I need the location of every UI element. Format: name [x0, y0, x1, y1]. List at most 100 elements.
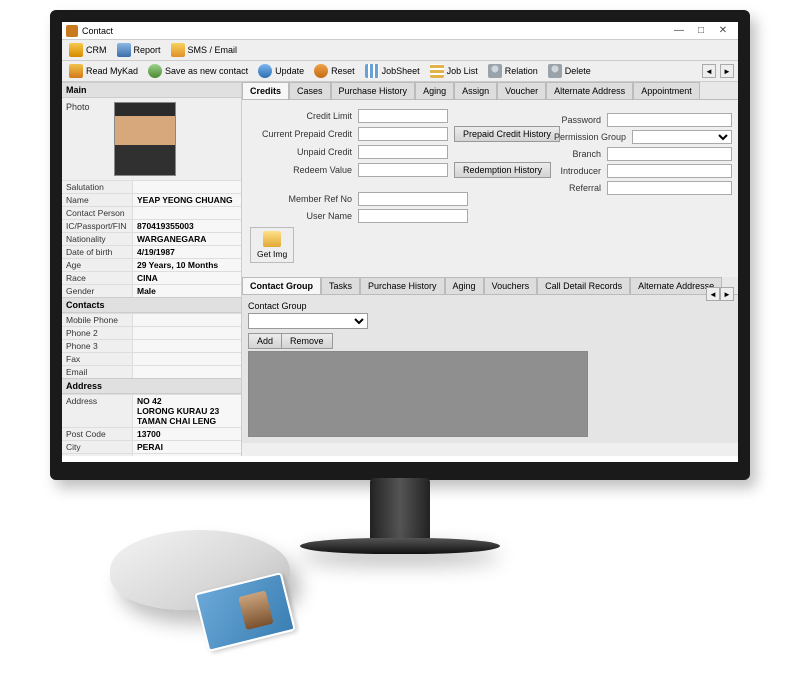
jobsheet-icon: [365, 64, 379, 78]
field-value[interactable]: 4/19/1987: [132, 246, 241, 258]
add-button[interactable]: Add: [249, 334, 282, 348]
field-key: Age: [62, 259, 132, 271]
field-key: Phone 3: [62, 340, 132, 352]
update-button[interactable]: Update: [255, 63, 307, 79]
field-value[interactable]: 13700: [132, 428, 241, 440]
branch-input[interactable]: [607, 147, 732, 161]
tab-scroll-right[interactable]: ►: [720, 64, 734, 78]
field-row: Date of birth4/19/1987: [62, 245, 241, 258]
report-button[interactable]: Report: [114, 42, 164, 58]
subtab-scroll-left[interactable]: ◄: [706, 287, 720, 301]
field-row: NationalityWARGANEGARA: [62, 232, 241, 245]
tab-voucher[interactable]: Voucher: [497, 82, 546, 99]
toolbar-primary: CRM Report SMS / Email: [62, 40, 738, 61]
field-key: Race: [62, 272, 132, 284]
tab-cases[interactable]: Cases: [289, 82, 331, 99]
field-row: Salutation: [62, 180, 241, 193]
field-value[interactable]: [132, 181, 241, 193]
field-value[interactable]: PERAI: [132, 441, 241, 453]
field-value[interactable]: WARGANEGARA: [132, 233, 241, 245]
field-value[interactable]: YEAP YEONG CHUANG: [132, 194, 241, 206]
subtab-contact-group[interactable]: Contact Group: [242, 277, 321, 294]
save-new-contact-button[interactable]: Save as new contact: [145, 63, 251, 79]
member-ref-input[interactable]: [358, 192, 468, 206]
tab-scroll-left[interactable]: ◄: [702, 64, 716, 78]
field-row: Phone 2: [62, 326, 241, 339]
current-prepaid-input[interactable]: [358, 127, 448, 141]
tab-purchase-history[interactable]: Purchase History: [331, 82, 416, 99]
field-value[interactable]: NO 42 LORONG KURAU 23 TAMAN CHAI LENG: [132, 395, 241, 427]
subtab-purchase-history[interactable]: Purchase History: [360, 277, 445, 294]
sms-email-button[interactable]: SMS / Email: [168, 42, 241, 58]
field-key: Name: [62, 194, 132, 206]
field-value[interactable]: [132, 327, 241, 339]
subtab-call-detail-records[interactable]: Call Detail Records: [537, 277, 630, 294]
get-img-button[interactable]: Get Img: [250, 227, 294, 263]
field-value[interactable]: [132, 340, 241, 352]
unpaid-credit-input[interactable]: [358, 145, 448, 159]
field-value[interactable]: [132, 207, 241, 219]
permission-group-select[interactable]: [632, 130, 732, 144]
credit-limit-label: Credit Limit: [250, 111, 352, 121]
tab-credits[interactable]: Credits: [242, 82, 289, 99]
field-row: CityPERAI: [62, 440, 241, 453]
permission-group-label: Permission Group: [542, 132, 626, 142]
maximize-button[interactable]: □: [690, 25, 712, 36]
introducer-input[interactable]: [607, 164, 732, 178]
save-icon: [148, 64, 162, 78]
tab-aging[interactable]: Aging: [415, 82, 454, 99]
update-label: Update: [275, 66, 304, 76]
jobsheet-button[interactable]: JobSheet: [362, 63, 423, 79]
tab-assign[interactable]: Assign: [454, 82, 497, 99]
subtab-tasks[interactable]: Tasks: [321, 277, 360, 294]
credit-limit-input[interactable]: [358, 109, 448, 123]
referral-input[interactable]: [607, 181, 732, 195]
username-label: User Name: [250, 211, 352, 221]
read-mykad-button[interactable]: Read MyKad: [66, 63, 141, 79]
contact-photo[interactable]: [114, 102, 176, 176]
relation-label: Relation: [505, 66, 538, 76]
field-key: City: [62, 441, 132, 453]
tab-appointment[interactable]: Appointment: [633, 82, 700, 99]
subtab-vouchers[interactable]: Vouchers: [484, 277, 538, 294]
joblist-button[interactable]: Job List: [427, 63, 481, 79]
minimize-button[interactable]: —: [668, 25, 690, 36]
member-ref-label: Member Ref No: [250, 194, 352, 204]
field-value[interactable]: 870419355003: [132, 220, 241, 232]
field-value[interactable]: [132, 314, 241, 326]
window-titlebar: Contact — □ ✕: [62, 22, 738, 40]
joblist-label: Job List: [447, 66, 478, 76]
reset-button[interactable]: Reset: [311, 63, 358, 79]
left-panel: Main Photo SalutationNameYEAP YEONG CHUA…: [62, 82, 242, 456]
field-value[interactable]: [132, 366, 241, 378]
close-button[interactable]: ✕: [712, 25, 734, 36]
username-input[interactable]: [358, 209, 468, 223]
referral-label: Referral: [542, 183, 601, 193]
field-key: Mobile Phone: [62, 314, 132, 326]
tab-alternate-address[interactable]: Alternate Address: [546, 82, 633, 99]
subtabs: Contact GroupTasksPurchase HistoryAgingV…: [242, 277, 738, 295]
subtab-scroll-right[interactable]: ►: [720, 287, 734, 301]
delete-button[interactable]: Delete: [545, 63, 594, 79]
field-value[interactable]: PULAU PINANG: [132, 454, 241, 456]
window-title: Contact: [82, 26, 113, 36]
password-input[interactable]: [607, 113, 732, 127]
field-row: Fax: [62, 352, 241, 365]
subtab-aging[interactable]: Aging: [445, 277, 484, 294]
field-value[interactable]: Male: [132, 285, 241, 297]
redeem-value-input[interactable]: [358, 163, 448, 177]
password-label: Password: [542, 115, 601, 125]
remove-button[interactable]: Remove: [282, 334, 332, 348]
contact-group-area[interactable]: [248, 351, 588, 437]
delete-label: Delete: [565, 66, 591, 76]
relation-button[interactable]: Relation: [485, 63, 541, 79]
app-icon: [66, 25, 78, 37]
field-value[interactable]: 29 Years, 10 Months: [132, 259, 241, 271]
contact-group-select[interactable]: [248, 313, 368, 329]
field-value[interactable]: [132, 353, 241, 365]
redemption-history-button[interactable]: Redemption History: [454, 162, 551, 178]
section-contacts: Contacts: [62, 297, 241, 313]
crm-button[interactable]: CRM: [66, 42, 110, 58]
field-value[interactable]: CINA: [132, 272, 241, 284]
field-row: IC/Passport/FIN870419355003: [62, 219, 241, 232]
